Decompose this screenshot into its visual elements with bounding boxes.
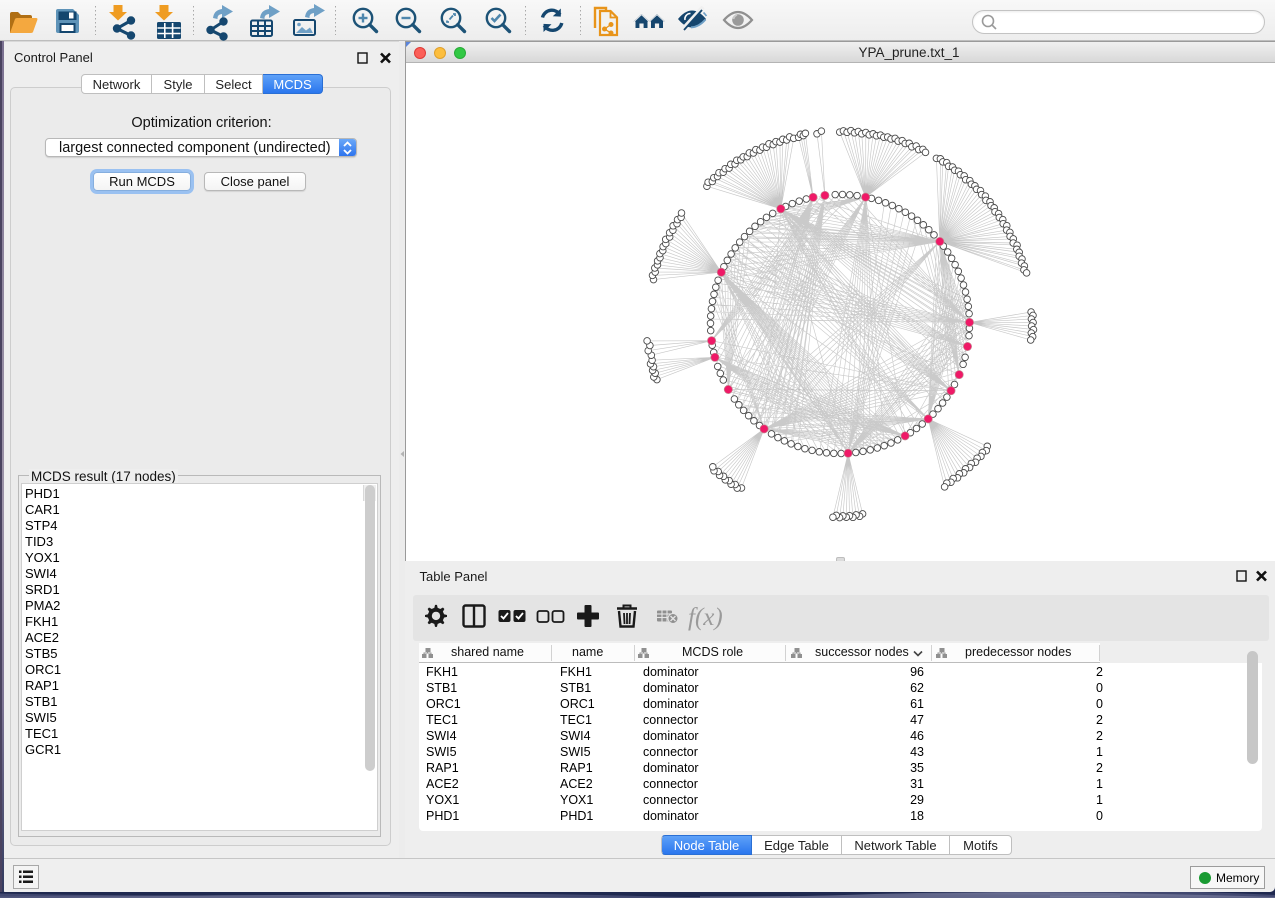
svg-text:f(x): f(x) (688, 604, 723, 631)
